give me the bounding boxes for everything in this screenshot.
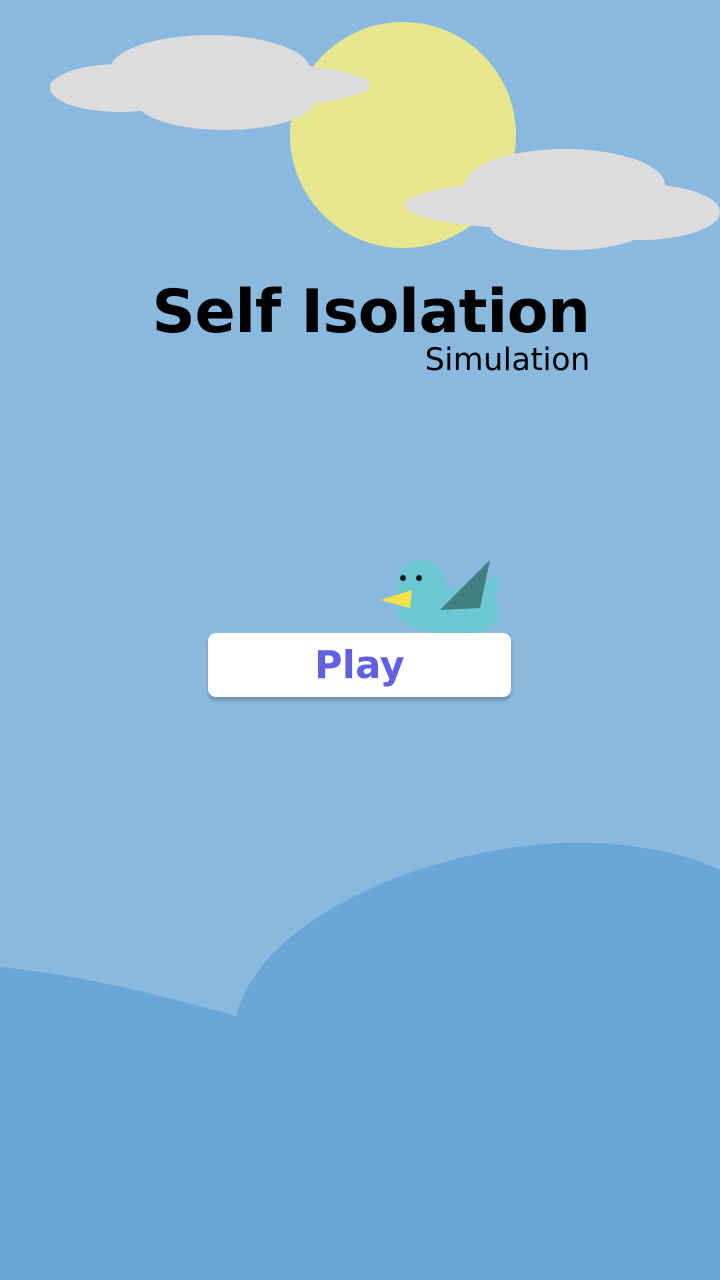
play-button-label: Play — [314, 643, 405, 687]
play-button[interactable]: Play — [208, 633, 511, 697]
bird-icon — [380, 560, 500, 634]
game-title: Self Isolation — [152, 277, 590, 347]
title-block: Self Isolation Simulation — [140, 276, 590, 378]
hill — [0, 842, 720, 1280]
